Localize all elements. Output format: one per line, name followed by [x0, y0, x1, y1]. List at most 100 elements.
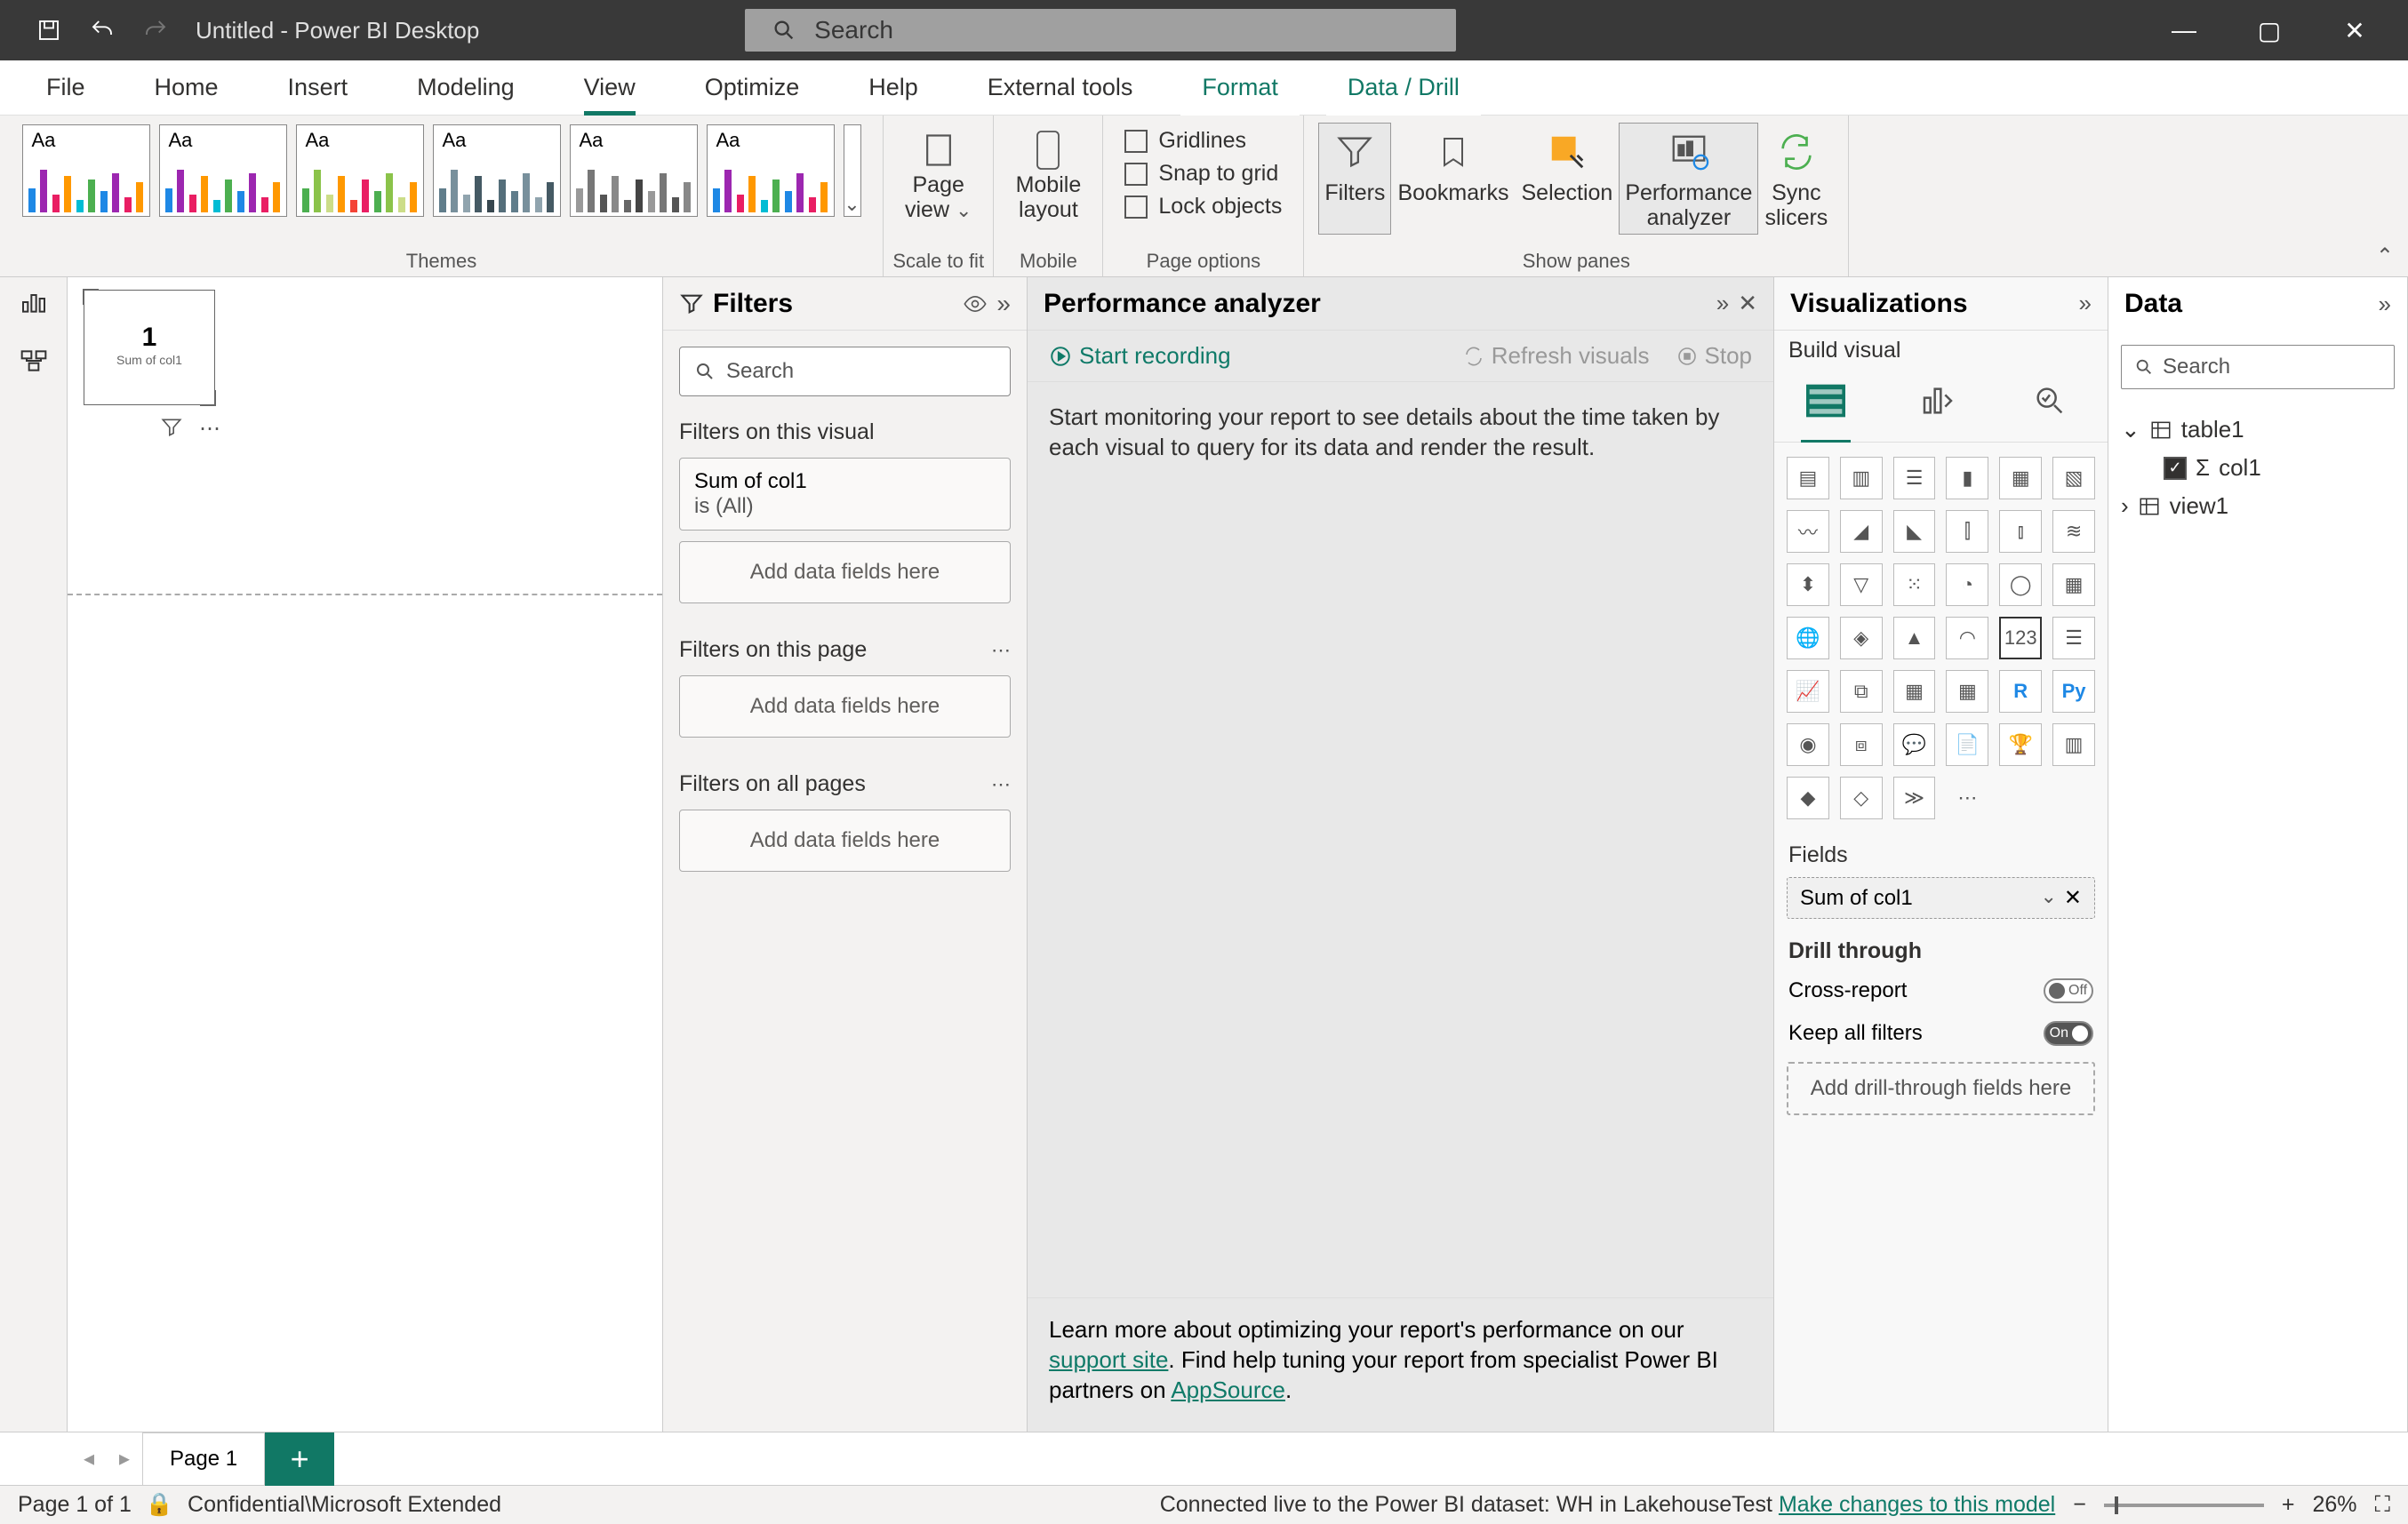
viz-more-options[interactable]: ⋯ — [1946, 777, 1988, 819]
page-tab-1[interactable]: Page 1 — [142, 1432, 265, 1486]
viz-ribbon[interactable]: ≋ — [2052, 510, 2095, 553]
snap-to-grid-checkbox[interactable]: Snap to grid — [1117, 157, 1285, 190]
filters-all-drop[interactable]: Add data fields here — [679, 810, 1011, 872]
data-field-col1[interactable]: ✓ Σ col1 — [2121, 449, 2395, 487]
bookmarks-pane-toggle[interactable]: Bookmarks — [1391, 123, 1515, 235]
selection-pane-toggle[interactable]: Selection — [1515, 123, 1619, 235]
viz-decomposition-tree[interactable]: ⧈ — [1840, 723, 1883, 766]
visual-more-icon[interactable]: ⋯ — [199, 416, 220, 442]
theme-thumb-1[interactable]: Aa — [22, 124, 150, 217]
field-checkbox[interactable]: ✓ — [2164, 457, 2187, 480]
viz-100-column[interactable]: ▧ — [2052, 457, 2095, 499]
field-pill-remove-icon[interactable]: ✕ — [2064, 885, 2082, 911]
viz-treemap[interactable]: ▦ — [2052, 563, 2095, 606]
zoom-in-button[interactable]: + — [2282, 1492, 2295, 1518]
tab-optimize[interactable]: Optimize — [684, 60, 821, 116]
viz-py[interactable]: Py — [2052, 670, 2095, 713]
viz-filled-map[interactable]: ◈ — [1840, 617, 1883, 659]
viz-paginated[interactable]: ▥ — [2052, 723, 2095, 766]
filters-search[interactable]: Search — [679, 347, 1011, 396]
viz-matrix[interactable]: ▦ — [1946, 670, 1988, 713]
perf-close-icon[interactable]: ✕ — [1738, 290, 1757, 317]
zoom-out-button[interactable]: − — [2073, 1492, 2086, 1518]
global-search[interactable]: Search — [745, 9, 1456, 52]
filters-visual-drop[interactable]: Add data fields here — [679, 541, 1011, 603]
support-site-link[interactable]: support site — [1049, 1346, 1168, 1373]
report-canvas[interactable]: 1 Sum of col1 ⋯ — [68, 277, 663, 1432]
field-pill-dropdown-icon[interactable]: ⌄ — [2040, 885, 2056, 911]
viz-multi-row-card[interactable]: ☰ — [2052, 617, 2095, 659]
model-view-icon[interactable] — [18, 345, 50, 377]
viz-azure-map[interactable]: ▲ — [1893, 617, 1936, 659]
theme-thumb-4[interactable]: Aa — [433, 124, 561, 217]
page-nav-next[interactable]: ▸ — [107, 1441, 142, 1477]
redo-icon[interactable] — [142, 17, 169, 44]
viz-slicer[interactable]: ⧉ — [1840, 670, 1883, 713]
viz-donut[interactable]: ◯ — [1999, 563, 2042, 606]
save-icon[interactable] — [36, 17, 62, 44]
analytics-mode[interactable] — [2025, 379, 2075, 422]
data-collapse-icon[interactable]: » — [2379, 291, 2391, 318]
visual-filter-icon[interactable] — [160, 416, 183, 442]
data-table-row[interactable]: ⌄ table1 — [2121, 411, 2395, 449]
new-page-button[interactable]: + — [265, 1432, 334, 1486]
start-recording-button[interactable]: Start recording — [1049, 342, 1231, 370]
filters-eye-icon[interactable] — [963, 291, 988, 316]
viz-collapse-icon[interactable]: » — [2079, 290, 2092, 317]
fit-to-page-button[interactable]: ⛶ — [2374, 1492, 2390, 1518]
data-search[interactable]: Search — [2121, 345, 2395, 389]
undo-icon[interactable] — [89, 17, 116, 44]
selected-visual[interactable]: 1 Sum of col1 — [84, 290, 215, 405]
make-changes-link[interactable]: Make changes to this model — [1779, 1492, 2055, 1517]
mobile-layout-button[interactable]: Mobile layout — [1008, 124, 1088, 226]
filters-page-drop[interactable]: Add data fields here — [679, 675, 1011, 738]
tab-external-tools[interactable]: External tools — [966, 60, 1155, 116]
perf-collapse-icon[interactable]: » — [1716, 290, 1729, 317]
tab-home[interactable]: Home — [133, 60, 240, 116]
viz-100-bar[interactable]: ▦ — [1999, 457, 2042, 499]
filter-card-col1[interactable]: Sum of col1 is (All) — [679, 458, 1011, 531]
zoom-slider[interactable] — [2104, 1504, 2264, 1507]
page-nav-prev[interactable]: ◂ — [71, 1441, 107, 1477]
lock-objects-checkbox[interactable]: Lock objects — [1117, 190, 1289, 223]
viz-clustered-column[interactable]: ▮ — [1946, 457, 1988, 499]
appsource-link[interactable]: AppSource — [1171, 1376, 1285, 1403]
tab-view[interactable]: View — [563, 60, 657, 116]
viz-line-stacked-column[interactable]: ⫿ — [1946, 510, 1988, 553]
viz-line-clustered-column[interactable]: ⫾ — [1999, 510, 2042, 553]
viz-card[interactable]: 123 — [1999, 617, 2042, 659]
viz-r[interactable]: R — [1999, 670, 2042, 713]
performance-analyzer-toggle[interactable]: Performance analyzer — [1619, 123, 1758, 235]
viz-map[interactable]: 🌐 — [1787, 617, 1829, 659]
minimize-button[interactable]: — — [2166, 16, 2202, 45]
field-pill-col1[interactable]: Sum of col1 ⌄✕ — [1787, 877, 2095, 919]
report-view-icon[interactable] — [18, 286, 50, 318]
tab-help[interactable]: Help — [847, 60, 940, 116]
tab-insert[interactable]: Insert — [267, 60, 370, 116]
viz-stacked-bar[interactable]: ▤ — [1787, 457, 1829, 499]
theme-thumb-2[interactable]: Aa — [159, 124, 287, 217]
ribbon-collapse-icon[interactable]: ⌃ — [2376, 243, 2394, 269]
gridlines-checkbox[interactable]: Gridlines — [1117, 124, 1253, 157]
refresh-visuals-button[interactable]: Refresh visuals — [1463, 342, 1650, 370]
viz-clustered-bar[interactable]: ☰ — [1893, 457, 1936, 499]
tab-modeling[interactable]: Modeling — [396, 60, 536, 116]
keep-all-filters-toggle[interactable]: On — [2044, 1021, 2093, 1046]
viz-goals[interactable]: 🏆 — [1999, 723, 2042, 766]
viz-line[interactable]: 〰 — [1787, 510, 1829, 553]
filters-pane-toggle[interactable]: Filters — [1318, 123, 1391, 235]
viz-area[interactable]: ◢ — [1840, 510, 1883, 553]
viz-power-automate[interactable]: ◇ — [1840, 777, 1883, 819]
build-visual-mode[interactable] — [1801, 379, 1851, 422]
tab-file[interactable]: File — [25, 60, 107, 116]
chevron-down-icon[interactable]: ⌄ — [2121, 416, 2140, 443]
viz-qa[interactable]: 💬 — [1893, 723, 1936, 766]
viz-pie[interactable]: ◔ — [1946, 563, 1988, 606]
maximize-button[interactable]: ▢ — [2252, 16, 2287, 45]
viz-stacked-column[interactable]: ▥ — [1840, 457, 1883, 499]
theme-thumb-5[interactable]: Aa — [570, 124, 698, 217]
filters-collapse-icon[interactable]: » — [996, 290, 1011, 318]
viz-funnel[interactable]: ▽ — [1840, 563, 1883, 606]
viz-power-apps[interactable]: ◆ — [1787, 777, 1829, 819]
viz-key-influencers[interactable]: ◉ — [1787, 723, 1829, 766]
